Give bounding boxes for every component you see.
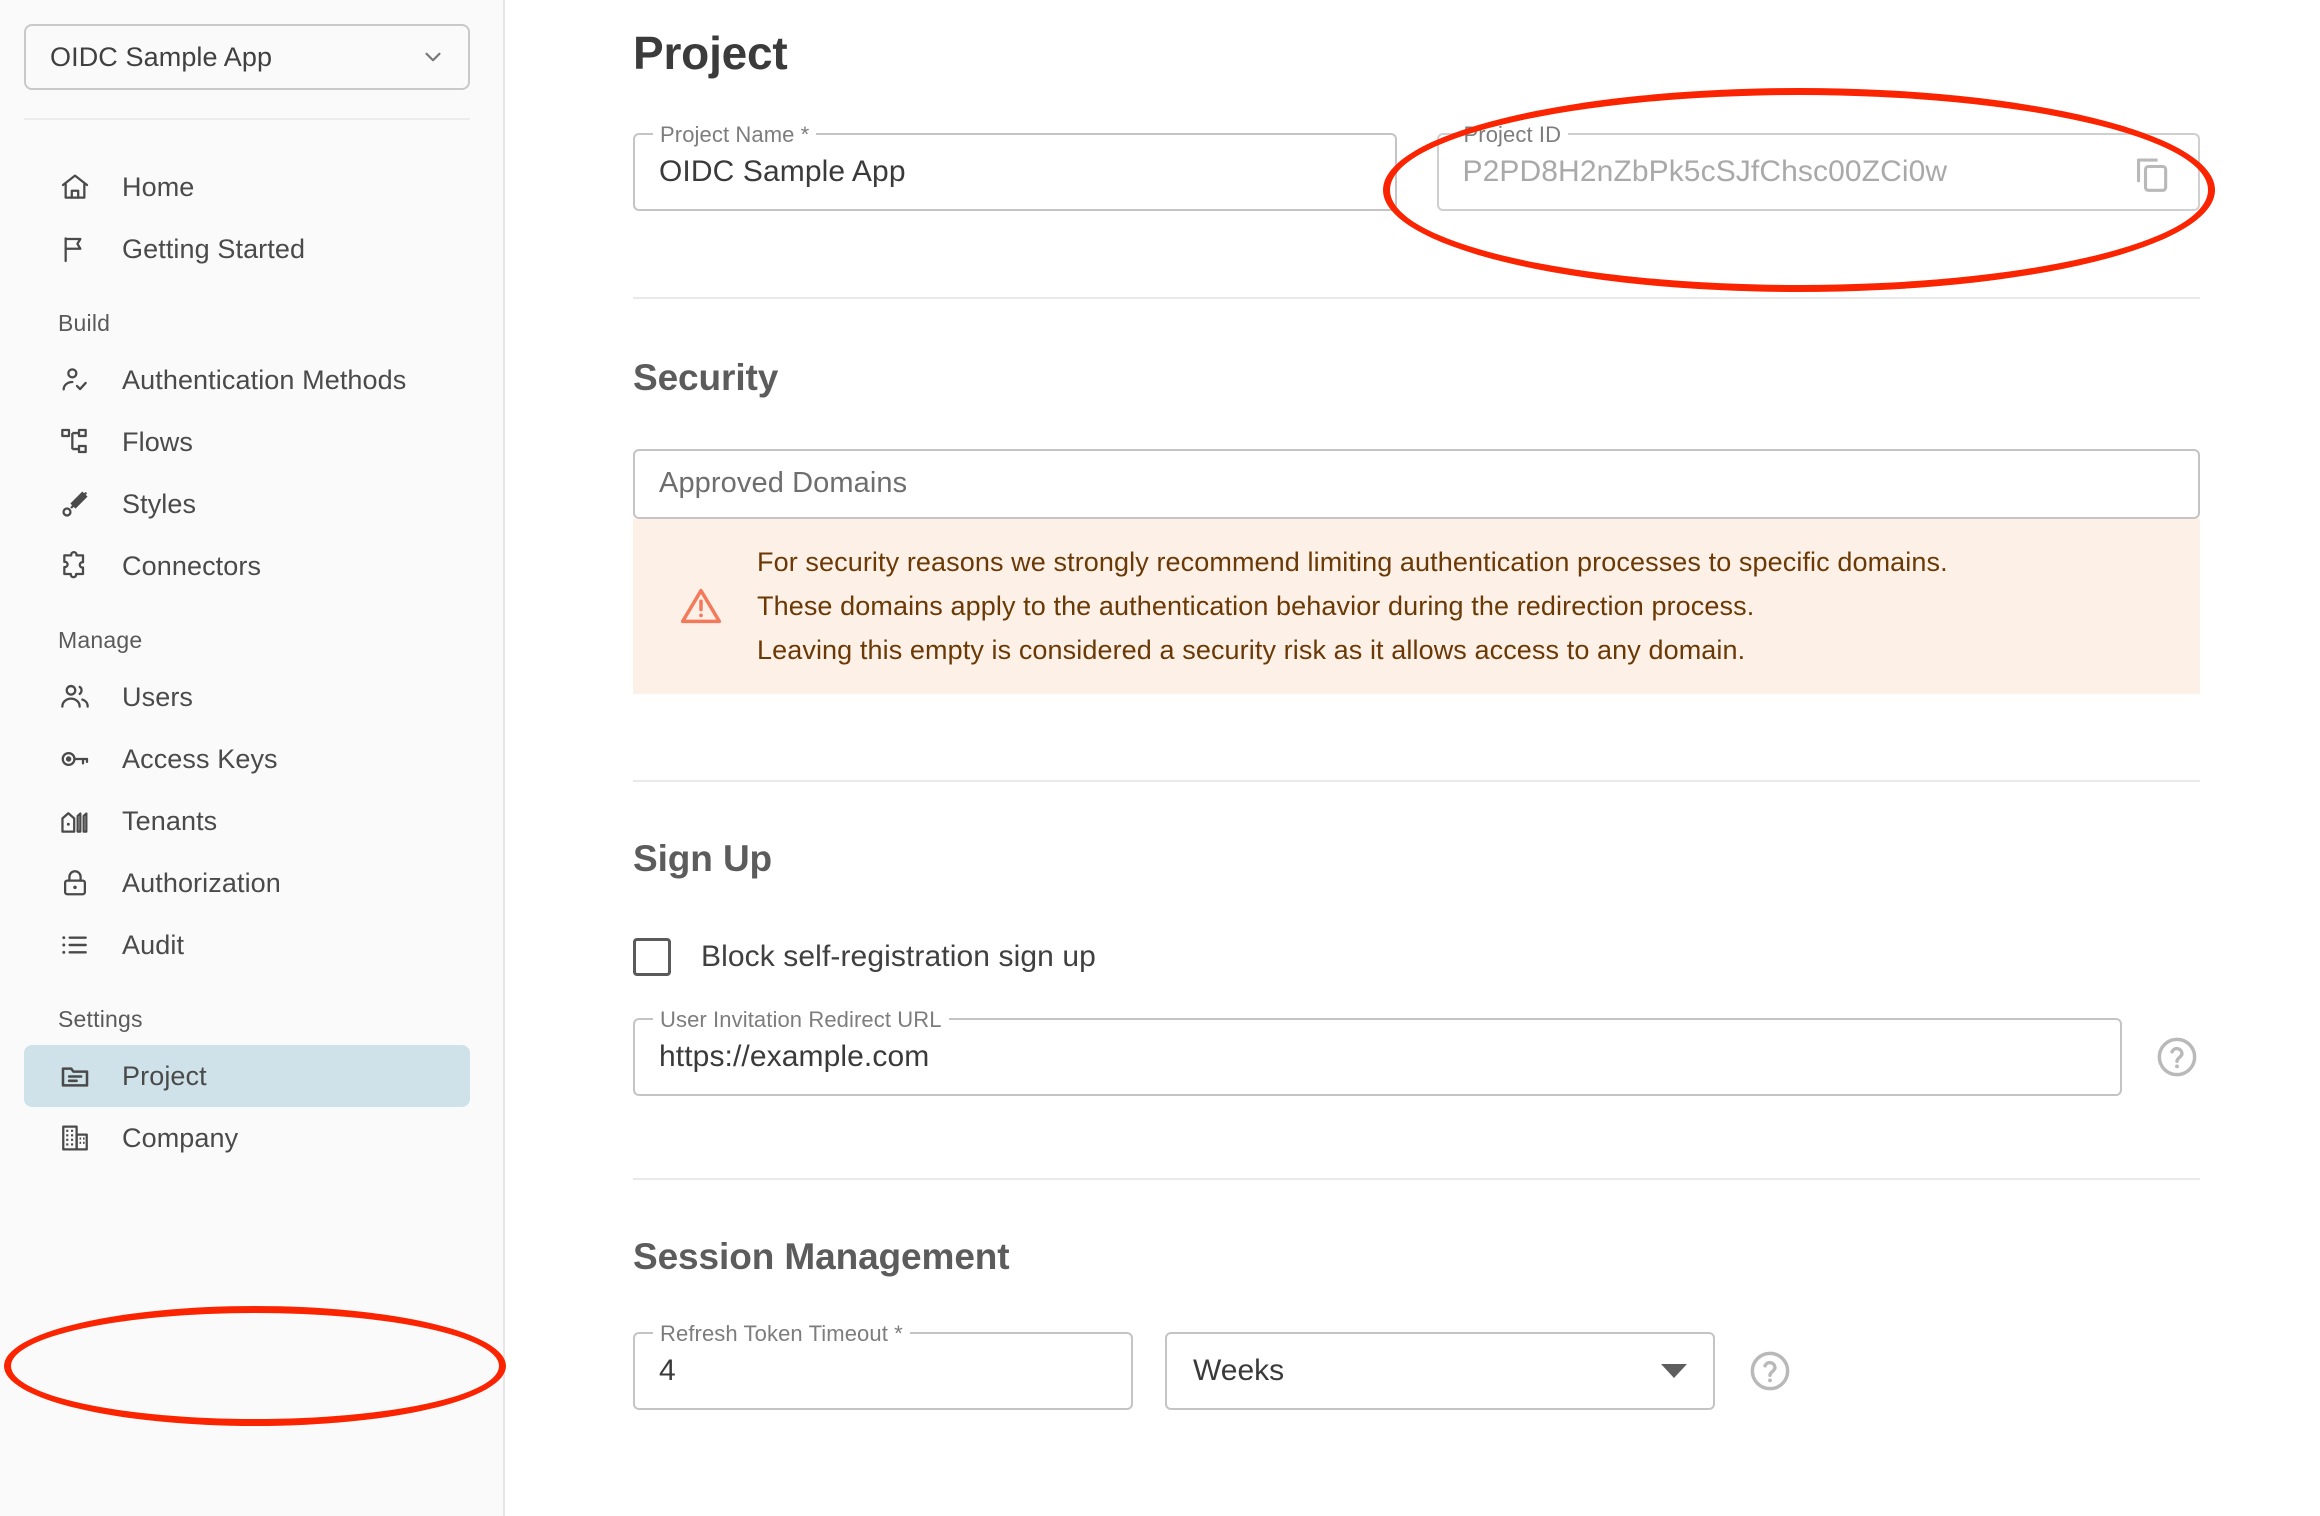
security-warning-line: Leaving this empty is considered a secur… xyxy=(757,634,1746,665)
sidebar-item-home[interactable]: Home xyxy=(24,156,470,218)
project-id-legend: Project ID xyxy=(1456,121,1569,148)
main-inner: Project Project Name * OIDC Sample App P… xyxy=(505,0,2320,1410)
project-switcher[interactable]: OIDC Sample App xyxy=(24,24,470,90)
company-icon xyxy=(58,1121,92,1155)
refresh-token-timeout-field[interactable]: Refresh Token Timeout * 4 xyxy=(633,1320,1133,1410)
user-invitation-redirect-url-field[interactable]: User Invitation Redirect URL https://exa… xyxy=(633,1006,2122,1096)
sidebar-item-styles[interactable]: Styles xyxy=(24,473,470,535)
redirect-url-row: User Invitation Redirect URL https://exa… xyxy=(633,1006,2200,1096)
copy-icon[interactable] xyxy=(2128,149,2174,195)
sidebar-group-manage: Manage xyxy=(58,627,143,653)
sidebar-item-label: Users xyxy=(122,681,194,712)
redirect-url-value: https://example.com xyxy=(659,1039,930,1073)
session-row: Refresh Token Timeout * 4 Weeks xyxy=(633,1320,2200,1410)
block-self-registration-label: Block self-registration sign up xyxy=(701,939,1096,973)
list-icon xyxy=(58,928,92,962)
security-warning-line: These domains apply to the authenticatio… xyxy=(757,590,1755,621)
puzzle-icon xyxy=(58,549,92,583)
project-name-value: OIDC Sample App xyxy=(659,154,906,188)
sidebar-item-label: Authentication Methods xyxy=(122,364,407,395)
security-warning-box: For security reasons we strongly recomme… xyxy=(633,518,2200,694)
project-switcher-label: OIDC Sample App xyxy=(50,41,273,72)
sidebar-item-label: Styles xyxy=(122,488,197,519)
security-section-title: Security xyxy=(633,356,779,398)
sidebar-item-tenants[interactable]: Tenants xyxy=(24,790,470,852)
project-id-col: Project ID P2PD8H2nZbPk5cSJfChsc00ZCi0w xyxy=(1436,121,2200,211)
help-circle-icon[interactable] xyxy=(2154,1034,2200,1080)
signup-section-title: Sign Up xyxy=(633,837,773,879)
sidebar-item-label: Access Keys xyxy=(122,743,278,774)
flag-icon xyxy=(58,232,92,266)
sidebar-item-label: Home xyxy=(122,171,195,202)
sidebar-item-users[interactable]: Users xyxy=(24,666,470,728)
sidebar-item-label: Company xyxy=(122,1122,239,1153)
refresh-token-timeout-value: 4 xyxy=(659,1353,676,1387)
sidebar-item-company[interactable]: Company xyxy=(24,1107,470,1169)
buildings-icon xyxy=(58,804,92,838)
project-name-legend: Project Name * xyxy=(653,121,817,148)
project-name-field[interactable]: Project Name * OIDC Sample App xyxy=(633,121,1397,211)
security-warning-lines: For security reasons we strongly recomme… xyxy=(757,547,1948,666)
sidebar-item-label: Audit xyxy=(122,929,185,960)
app-root: OIDC Sample App Home Getting Started Bui… xyxy=(0,0,2320,1516)
block-self-registration-row[interactable]: Block self-registration sign up xyxy=(633,937,2200,976)
refresh-token-unit-select[interactable]: Weeks xyxy=(1165,1331,1715,1410)
folder-icon xyxy=(58,1059,92,1093)
sidebar: OIDC Sample App Home Getting Started Bui… xyxy=(0,0,505,1516)
redirect-url-legend: User Invitation Redirect URL xyxy=(653,1006,949,1033)
page-title: Project xyxy=(633,27,788,79)
sidebar-nav: Home Getting Started Build Authenticatio… xyxy=(0,134,503,1169)
refresh-token-timeout-legend: Refresh Token Timeout * xyxy=(653,1320,910,1347)
sidebar-item-project[interactable]: Project xyxy=(24,1045,470,1107)
user-check-icon xyxy=(58,363,92,397)
sidebar-item-getting-started[interactable]: Getting Started xyxy=(24,218,470,280)
sidebar-item-flows[interactable]: Flows xyxy=(24,411,470,473)
home-icon xyxy=(58,170,92,204)
sidebar-item-label: Tenants xyxy=(122,805,218,836)
approved-domains-input[interactable]: Approved Domains xyxy=(633,448,2200,519)
key-icon xyxy=(58,742,92,776)
sidebar-divider xyxy=(24,118,470,120)
help-circle-icon[interactable] xyxy=(1747,1348,1793,1394)
sidebar-item-authorization[interactable]: Authorization xyxy=(24,852,470,914)
approved-domains-placeholder: Approved Domains xyxy=(659,467,908,500)
users-icon xyxy=(58,680,92,714)
flows-icon xyxy=(58,425,92,459)
refresh-token-unit-value: Weeks xyxy=(1193,1353,1285,1387)
brush-icon xyxy=(58,487,92,521)
security-warning-line: For security reasons we strongly recomme… xyxy=(757,546,1948,577)
sidebar-item-access-keys[interactable]: Access Keys xyxy=(24,728,470,790)
project-name-col: Project Name * OIDC Sample App xyxy=(633,121,1397,211)
sidebar-item-label: Flows xyxy=(122,426,194,457)
caret-down-icon xyxy=(1661,1363,1687,1378)
sidebar-item-authentication-methods[interactable]: Authentication Methods xyxy=(24,349,470,411)
project-id-field[interactable]: Project ID P2PD8H2nZbPk5cSJfChsc00ZCi0w xyxy=(1436,121,2200,211)
project-fields-row: Project Name * OIDC Sample App Project I… xyxy=(633,121,2200,211)
sidebar-item-connectors[interactable]: Connectors xyxy=(24,535,470,597)
sidebar-group-settings: Settings xyxy=(58,1006,143,1032)
sidebar-item-label: Authorization xyxy=(122,867,281,898)
sidebar-group-build: Build xyxy=(58,310,111,336)
warning-triangle-icon xyxy=(679,584,723,628)
sidebar-item-label: Getting Started xyxy=(122,233,306,264)
session-section-title: Session Management xyxy=(633,1235,1010,1277)
block-self-registration-checkbox[interactable] xyxy=(633,937,671,976)
main-content: Project Project Name * OIDC Sample App P… xyxy=(505,0,2320,1516)
sidebar-item-label: Project xyxy=(122,1060,207,1091)
lock-icon xyxy=(58,866,92,900)
project-id-value: P2PD8H2nZbPk5cSJfChsc00ZCi0w xyxy=(1462,154,1948,188)
sidebar-item-audit[interactable]: Audit xyxy=(24,914,470,976)
sidebar-item-label: Connectors xyxy=(122,550,262,581)
chevron-down-icon xyxy=(420,44,446,70)
